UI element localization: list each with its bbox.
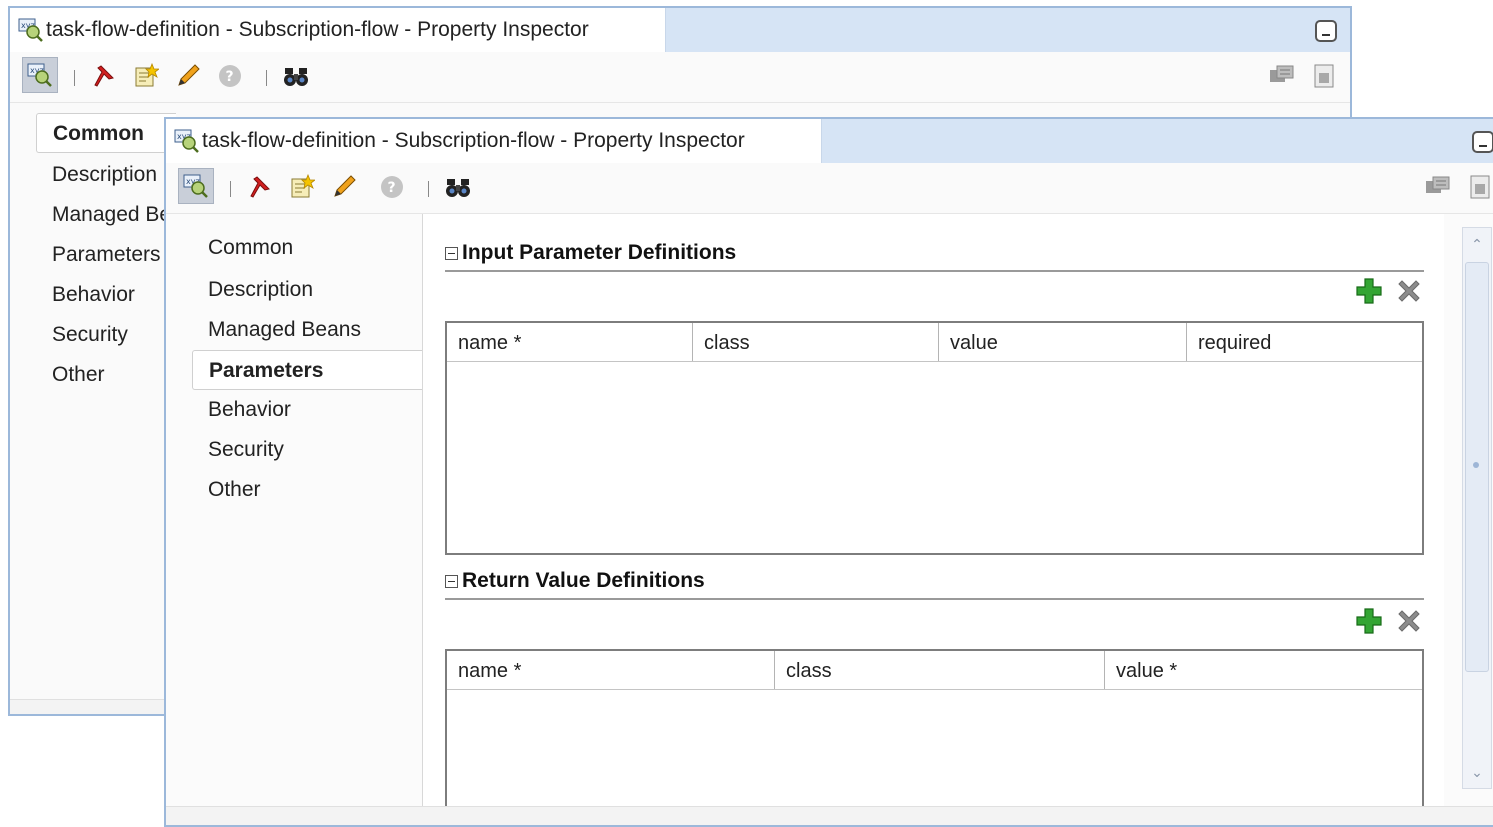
category-nav: Common Description Managed Beans Paramet… <box>166 214 422 825</box>
return-values-table: name * class value * <box>445 649 1424 809</box>
collapse-icon[interactable] <box>445 574 458 588</box>
delete-icon[interactable] <box>1394 276 1424 306</box>
status-strip <box>166 806 1493 825</box>
properties-icon[interactable] <box>1268 62 1296 90</box>
title-tab[interactable]: xyz task-flow-definition - Subscription-… <box>166 119 822 163</box>
nav-item-security[interactable]: Security <box>208 430 284 470</box>
inspector-icon[interactable]: xyz <box>22 57 58 93</box>
table-header: name * class value required <box>447 323 1422 362</box>
add-icon[interactable] <box>1354 606 1384 636</box>
column-header-name[interactable]: name * <box>447 323 693 361</box>
nav-item-behavior[interactable]: Behavior <box>52 275 135 315</box>
collapse-icon[interactable] <box>445 246 458 260</box>
title-bar: xyz task-flow-definition - Subscription-… <box>10 8 1350 52</box>
nav-item-security[interactable]: Security <box>52 315 128 355</box>
title-tab[interactable]: xyz task-flow-definition - Subscription-… <box>10 8 666 52</box>
nav-item-common[interactable]: Common <box>36 113 176 153</box>
toolbar: xyz ? <box>10 52 1350 103</box>
scroll-down-icon[interactable]: ⌄ <box>1463 758 1491 786</box>
toolbar-separator <box>266 70 267 86</box>
inspector-icon: xyz <box>174 129 200 153</box>
help-icon[interactable]: ? <box>378 173 406 201</box>
nav-item-parameters[interactable]: Parameters <box>52 235 161 275</box>
delete-icon[interactable] <box>1394 606 1424 636</box>
nav-item-common[interactable]: Common <box>208 228 293 268</box>
section-title: Input Parameter Definitions <box>462 241 737 264</box>
window-title: task-flow-definition - Subscription-flow… <box>46 18 589 41</box>
nav-item-behavior[interactable]: Behavior <box>208 390 291 430</box>
svg-text:?: ? <box>226 69 234 85</box>
inspector-icon: xyz <box>18 18 44 42</box>
nav-item-parameters[interactable]: Parameters <box>192 350 422 390</box>
edit-note-icon[interactable] <box>288 173 316 201</box>
column-header-value[interactable]: value <box>939 323 1187 361</box>
pencil-icon[interactable] <box>174 62 202 90</box>
input-parameters-header[interactable]: Input Parameter Definitions <box>445 236 1424 272</box>
parameters-panel: Input Parameter Definitions name * class… <box>422 214 1444 809</box>
pin-icon[interactable] <box>246 173 274 201</box>
vertical-scrollbar[interactable]: ⌃ ⌄ <box>1462 227 1492 789</box>
help-icon[interactable]: ? <box>216 62 244 90</box>
table-header: name * class value * <box>447 651 1422 690</box>
nav-item-description[interactable]: Description <box>208 270 313 310</box>
svg-text:?: ? <box>388 180 396 196</box>
section-title: Return Value Definitions <box>462 569 705 592</box>
scroll-up-icon[interactable]: ⌃ <box>1463 230 1491 258</box>
edit-note-icon[interactable] <box>132 62 160 90</box>
add-icon[interactable] <box>1354 276 1384 306</box>
toolbar-separator <box>428 181 429 197</box>
nav-item-managed-beans[interactable]: Managed Be <box>52 195 171 235</box>
minimize-button[interactable] <box>1472 131 1493 153</box>
toolbar-separator <box>230 181 231 197</box>
minimize-button[interactable] <box>1315 20 1337 42</box>
document-icon[interactable] <box>1466 173 1493 201</box>
pencil-icon[interactable] <box>330 173 358 201</box>
nav-item-managed-beans[interactable]: Managed Beans <box>208 310 361 350</box>
binoculars-icon[interactable] <box>444 173 472 201</box>
title-bar: xyz task-flow-definition - Subscription-… <box>166 119 1493 163</box>
inspector-icon[interactable]: xyz <box>178 168 214 204</box>
pin-icon[interactable] <box>90 62 118 90</box>
toolbar-separator <box>74 70 75 86</box>
nav-item-description[interactable]: Description <box>52 155 157 195</box>
input-parameters-table: name * class value required <box>445 321 1424 555</box>
binoculars-icon[interactable] <box>282 62 310 90</box>
nav-item-other[interactable]: Other <box>208 470 261 510</box>
properties-icon[interactable] <box>1424 173 1452 201</box>
scroll-grip-icon <box>1473 462 1479 468</box>
column-header-name[interactable]: name * <box>447 651 775 689</box>
column-header-class[interactable]: class <box>775 651 1105 689</box>
toolbar: xyz ? <box>166 163 1493 214</box>
return-values-header[interactable]: Return Value Definitions <box>445 564 1424 600</box>
window-title: task-flow-definition - Subscription-flow… <box>202 129 745 152</box>
column-header-value[interactable]: value * <box>1105 651 1422 689</box>
property-inspector-front: xyz task-flow-definition - Subscription-… <box>164 117 1493 827</box>
document-icon[interactable] <box>1310 62 1338 90</box>
nav-item-other[interactable]: Other <box>52 355 105 395</box>
column-header-required[interactable]: required <box>1187 323 1422 361</box>
column-header-class[interactable]: class <box>693 323 939 361</box>
